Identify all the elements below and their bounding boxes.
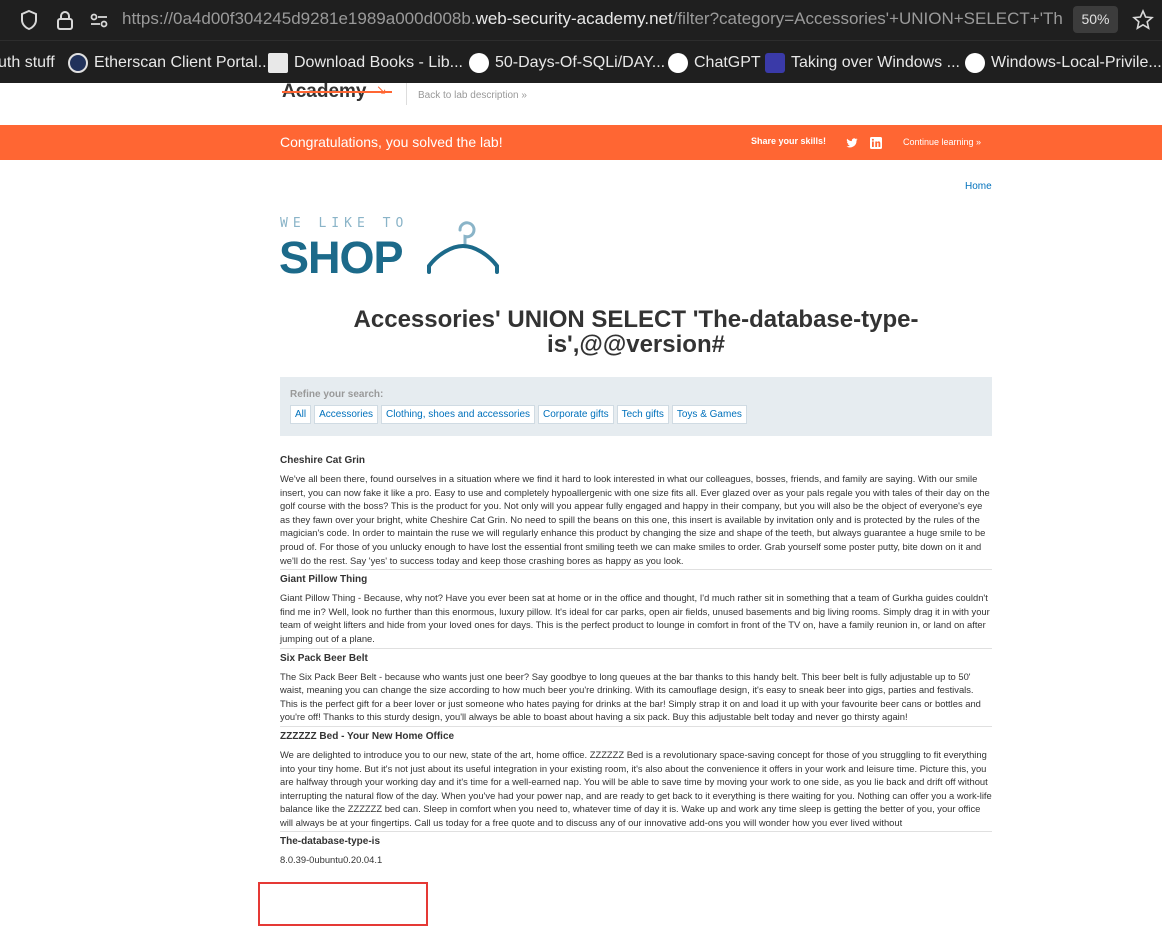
bookmark-item[interactable]: Download Books - Lib... [268,52,463,74]
product-row: ZZZZZZ Bed - Your New Home Office We are… [280,730,992,833]
bookmark-item[interactable]: 50-Days-Of-SQLi/DAY... [469,52,665,74]
bookmark-item[interactable]: Etherscan Client Portal... [68,52,271,74]
bookmark-label: Download Books - Lib... [294,54,463,71]
browser-url-bar: https://0a4d00f304245d9281e1989a000d008b… [0,0,1162,40]
bookmarks-bar: uth stuff Etherscan Client Portal... Dow… [0,40,1162,83]
product-name: ZZZZZZ Bed - Your New Home Office [280,730,455,742]
refine-label: Refine your search: [290,389,384,400]
share-label: Share your skills! [751,136,827,146]
database-version-value: 8.0.39-0ubuntu0.20.04.1 [280,854,383,866]
product-name: Six Pack Beer Belt [280,652,368,664]
url-field[interactable]: https://0a4d00f304245d9281e1989a000d008b… [122,9,1067,29]
injected-result-name: The-database-type-is [280,836,381,848]
product-name: Cheshire Cat Grin [280,455,366,466]
bookmark-star-icon[interactable] [1132,8,1154,31]
lock-icon[interactable] [54,9,76,31]
bookmark-item[interactable]: Taking over Windows ... [765,52,960,74]
solved-banner: Congratulations, you solved the lab! Sha… [0,125,1162,160]
hanger-icon [427,221,499,274]
article-icon [765,53,785,73]
chatgpt-icon [668,53,688,73]
header-divider [406,83,407,105]
category-filters: All Accessories Clothing, shoes and acce… [290,405,747,424]
twitter-icon[interactable] [846,136,858,148]
bookmark-item[interactable]: uth stuff [0,52,55,74]
filter-clothing[interactable]: Clothing, shoes and accessories [381,405,536,424]
etherscan-icon [68,53,88,73]
injected-result-row: The-database-type-is 8.0.39-0ubuntu0.20.… [280,835,992,869]
bookmark-label: ChatGPT [694,54,761,71]
home-link[interactable]: Home [965,181,992,192]
product-name: Giant Pillow Thing [280,574,368,586]
filter-accessories[interactable]: Accessories [314,405,379,424]
filter-tech-gifts[interactable]: Tech gifts [616,405,669,424]
congrats-message: Congratulations, you solved the lab! [280,134,503,150]
product-description: We've all been there, found ourselves in… [280,473,990,566]
back-to-lab-link[interactable]: Back to lab description » [418,90,527,101]
github-icon [965,53,985,73]
annotation-highlight-box [258,882,428,926]
filter-all[interactable]: All [290,405,312,424]
shop-logo-word: SHOP [279,232,404,283]
filter-corporate-gifts[interactable]: Corporate gifts [538,405,614,424]
url-path: /filter?category=Accessories'+UNION+SELE… [672,9,1063,28]
linkedin-icon[interactable] [870,136,882,149]
refine-search-panel: Refine your search: All Accessories Clot… [280,377,992,436]
book-icon [268,53,288,73]
zoom-indicator[interactable]: 50% [1073,6,1118,33]
url-host: web-security-academy.net [475,9,673,28]
product-description: Giant Pillow Thing - Because, why not? H… [280,592,990,644]
bookmark-label: 50-Days-Of-SQLi/DAY... [495,54,666,71]
bookmark-item[interactable]: Windows-Local-Privile... [965,52,1162,74]
bookmark-label: Etherscan Client Portal... [94,54,271,71]
product-row: Cheshire Cat Grin We've all been there, … [280,454,992,571]
github-icon [469,53,489,73]
shield-icon[interactable] [18,9,40,31]
bookmark-label: Taking over Windows ... [791,54,960,71]
bookmark-label: Windows-Local-Privile... [991,54,1162,71]
logo-arrow-icon: ↘ [376,82,387,97]
product-row: Giant Pillow Thing Giant Pillow Thing - … [280,573,992,649]
product-description: We are delighted to introduce you to our… [280,748,992,828]
shop-tagline: WE LIKE TO [280,216,409,231]
url-prefix: https://0a4d00f304245d9281e1989a000d008b… [122,9,476,28]
permissions-icon[interactable] [88,9,110,31]
product-list: Cheshire Cat Grin We've all been there, … [280,451,992,869]
continue-learning-link[interactable]: Continue learning » [903,137,981,147]
bookmark-label: uth stuff [0,54,55,71]
filter-toys-games[interactable]: Toys & Games [671,405,747,424]
bookmark-item[interactable]: ChatGPT [668,52,761,74]
lab-header: Academy ↘ Back to lab description » [0,81,1162,125]
product-description: The Six Pack Beer Belt - because who wan… [280,670,981,723]
product-row: Six Pack Beer Belt The Six Pack Beer Bel… [280,652,992,727]
page-title: Accessories' UNION SELECT 'The-database-… [353,306,919,358]
